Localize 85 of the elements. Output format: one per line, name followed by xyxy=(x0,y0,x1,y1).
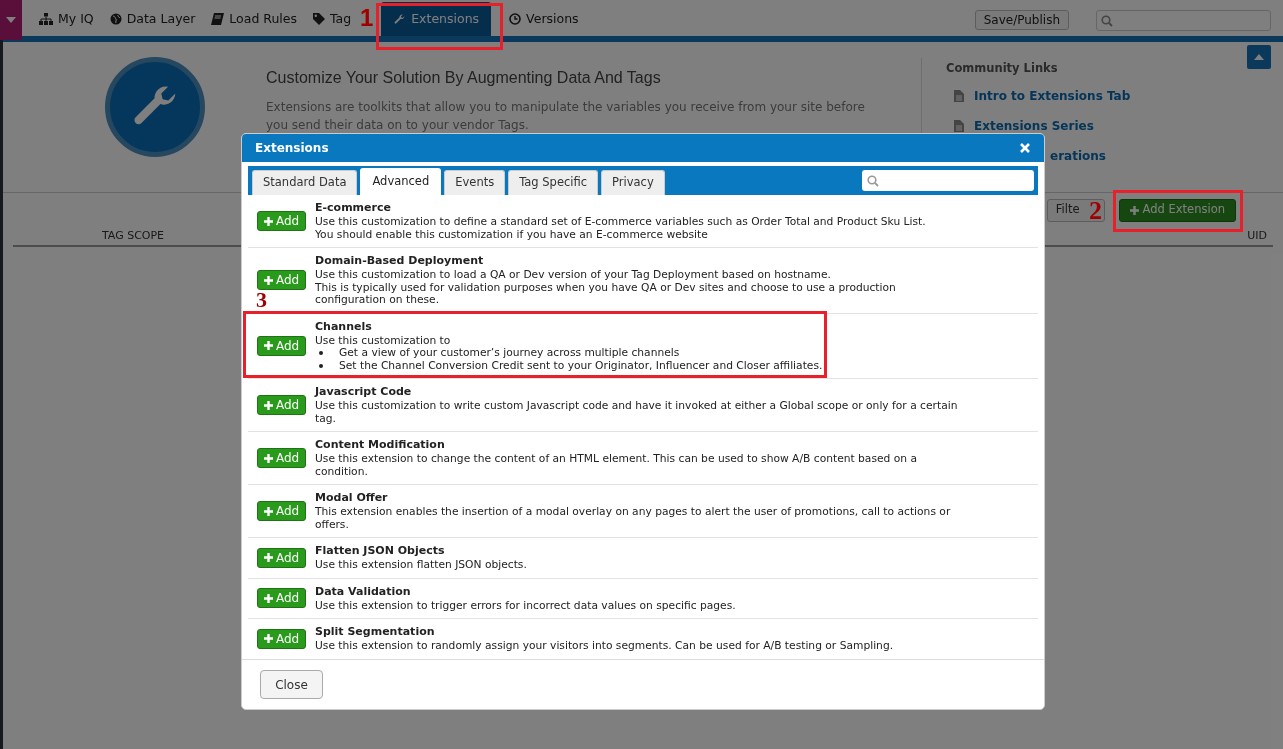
plus-icon xyxy=(264,506,273,516)
dialog-title: Extensions xyxy=(255,140,329,157)
item-title: Split Segmentation xyxy=(315,625,436,639)
add-button[interactable]: Add xyxy=(257,547,307,568)
item-title: Domain-Based Deployment xyxy=(315,254,485,268)
item-title: Flatten JSON Objects xyxy=(315,544,446,558)
search-icon xyxy=(1101,14,1113,27)
nav-tab[interactable]: Tag xyxy=(305,2,360,36)
item-title: Channels xyxy=(315,319,373,334)
dialog-tab[interactable]: Advanced xyxy=(360,168,442,195)
dialog-tab[interactable]: Privacy xyxy=(601,170,665,195)
item-title: Modal Offer xyxy=(315,491,389,505)
sitemap-icon xyxy=(39,13,53,25)
globe-icon xyxy=(109,13,122,25)
item-description: Use this customization to write custom Javascript code and have it invoked at either a Global scope or only for a certain tag. xyxy=(315,400,958,425)
community-links-title: Community Links xyxy=(946,60,1059,77)
item-description: Use this customization to load a QA or Dev version of your Tag Deployment based on hostname. xyxy=(315,269,832,282)
plus-icon xyxy=(264,593,273,603)
plus-icon xyxy=(264,453,273,463)
column-header: UID xyxy=(1247,227,1268,244)
caret-up-icon xyxy=(1254,54,1264,60)
step-number: 3 xyxy=(256,289,267,311)
caret-icon xyxy=(6,17,16,23)
item-description: Use this customization to define a standard set of E-commerce variables such as Order Total and Product Sku List. xyxy=(315,216,926,229)
item-description: This is typically used for validation purposes when you have QA or Dev sites and choose to use a production configuration on these. xyxy=(315,281,897,307)
document-icon xyxy=(954,90,964,103)
dialog-tab[interactable]: Tag Specific xyxy=(508,170,599,195)
item-title: Javascript Code xyxy=(315,385,413,399)
nav-tab[interactable]: Data Layer xyxy=(101,2,204,36)
bullet-icon xyxy=(319,363,323,368)
plus-icon xyxy=(264,341,273,351)
add-button[interactable]: Add xyxy=(257,335,307,356)
collapse-button[interactable] xyxy=(1247,45,1271,69)
close-button[interactable]: Close xyxy=(260,670,323,699)
save-publish-button[interactable]: Save/Publish xyxy=(974,10,1069,30)
nav-tab[interactable]: My IQ xyxy=(31,2,102,36)
add-button[interactable]: Add xyxy=(257,588,307,609)
plus-icon xyxy=(264,400,273,410)
add-button[interactable]: Add xyxy=(257,448,307,468)
bullet-icon xyxy=(319,351,323,356)
add-button[interactable]: Add xyxy=(257,211,307,231)
wrench-icon xyxy=(393,12,407,26)
tag-icon xyxy=(313,13,326,25)
book-icon xyxy=(211,13,225,25)
add-button[interactable]: Add xyxy=(257,395,307,415)
step-number: 1 xyxy=(360,6,374,30)
plus-icon xyxy=(264,275,273,285)
add-button[interactable]: Add xyxy=(257,628,307,649)
nav-tab[interactable]: Versions xyxy=(501,2,587,36)
dialog-tab[interactable]: Events xyxy=(444,170,506,195)
community-link[interactable]: erations xyxy=(1050,147,1106,166)
column-header: TAG SCOPE xyxy=(100,227,166,244)
add-extension-button[interactable]: Add Extension xyxy=(1118,198,1236,222)
nav-tab[interactable]: Load Rules xyxy=(203,2,306,36)
add-button[interactable]: Add xyxy=(257,501,307,521)
item-title: Content Modification xyxy=(315,438,446,452)
search-field[interactable] xyxy=(1096,10,1271,31)
search-icon xyxy=(867,174,879,187)
item-description: This extension enables the insertion of a modal overlay on any pages to alert the user of promotions, call to actions or offers. xyxy=(315,506,952,531)
item-description: You should enable this customization if you have an E-commerce website xyxy=(315,228,709,241)
plus-icon xyxy=(264,216,273,226)
item-description: Use this extension to randomly assign your visitors into segments. Can be used for A/B testing or Sampling. xyxy=(315,640,894,653)
plus-icon xyxy=(264,553,273,563)
step-number: 2 xyxy=(1089,198,1102,224)
bullet-text: Set the Channel Conversion Credit sent to your Originator, Influencer and Closer affiliates. xyxy=(339,359,823,372)
dialog-tab[interactable]: Standard Data xyxy=(252,170,358,195)
item-description: Use this extension flatten JSON objects. xyxy=(315,559,527,572)
plus-icon xyxy=(1129,205,1139,215)
intro-text: Extensions are toolkits that allow you to manipulate the variables you receive from your site before you send their data on to your vendor Tags. xyxy=(266,99,866,134)
search-field[interactable] xyxy=(862,170,1034,191)
nav-tab[interactable]: Extensions xyxy=(381,2,492,36)
plus-icon xyxy=(264,634,273,644)
community-link[interactable]: Intro to Extensions Tab xyxy=(974,87,1131,106)
item-description: Use this extension to trigger errors for incorrect data values on specific pages. xyxy=(315,599,736,612)
close-icon[interactable] xyxy=(1019,142,1031,154)
item-description: Use this customization to xyxy=(315,334,452,347)
intro-heading: Customize Your Solution By Augmenting Data And Tags xyxy=(266,68,662,88)
bullet-text: Get a view of your customer’s journey across multiple channels xyxy=(339,347,680,360)
add-button[interactable]: Add xyxy=(257,270,307,291)
community-link[interactable]: Extensions Series xyxy=(974,117,1094,136)
menu-dropdown[interactable] xyxy=(0,0,22,40)
item-title: E-commerce xyxy=(315,201,392,215)
item-title: Data Validation xyxy=(315,584,412,599)
clock-icon xyxy=(509,13,522,25)
item-description: Use this extension to change the content of an HTML element. This can be used to show A/B content based on a condition. xyxy=(315,453,918,478)
